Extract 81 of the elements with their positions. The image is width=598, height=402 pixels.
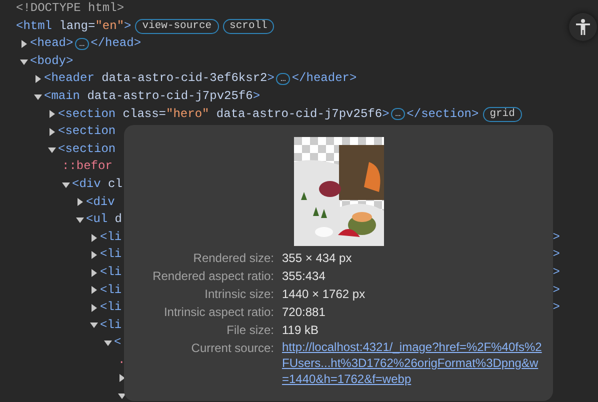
tag-text: <li: [100, 316, 122, 334]
field-value: 355:434: [282, 268, 326, 285]
tag-text: >: [552, 246, 561, 264]
attribute-text: data-astro-cid-3ef6ksr2: [102, 70, 268, 88]
tag-text: <html: [16, 18, 52, 35]
field-label: Rendered size:: [192, 250, 274, 267]
collapse-arrow-icon[interactable]: [118, 392, 126, 400]
tag-text: >: [382, 106, 390, 123]
field-label: Rendered aspect ratio:: [152, 268, 274, 285]
tag-text: <body>: [30, 52, 74, 70]
field-value: 119 kB: [282, 322, 320, 339]
person-icon: [576, 19, 590, 35]
tag-text: <section: [58, 140, 116, 158]
expand-arrow-icon[interactable]: [48, 128, 56, 136]
badge-chip[interactable]: grid: [482, 106, 522, 122]
collapse-arrow-icon[interactable]: [104, 339, 112, 348]
tag-text: >: [124, 18, 132, 35]
collapse-arrow-icon[interactable]: [34, 92, 42, 101]
tag-text: >: [267, 70, 274, 88]
expand-arrow-icon[interactable]: [90, 268, 98, 277]
collapse-arrow-icon[interactable]: [48, 146, 56, 154]
tag-text: >: [552, 282, 561, 298]
expand-arrow-icon[interactable]: [118, 374, 126, 382]
expand-arrow-icon[interactable]: [90, 234, 98, 242]
attribute-text: data-astro-cid-j7pv25f6: [216, 106, 382, 123]
tag-text: </section>: [406, 106, 479, 123]
collapsed-ellipsis[interactable]: …: [75, 38, 89, 50]
expand-arrow-icon[interactable]: [20, 40, 28, 48]
expand-arrow-icon[interactable]: [90, 286, 98, 294]
tag-text: >: [252, 88, 260, 105]
attribute-value: "hero": [166, 106, 210, 123]
tag-text: <: [114, 334, 122, 352]
expand-arrow-icon[interactable]: [90, 304, 98, 312]
field-value: 1440 × 1762 px: [282, 286, 366, 303]
collapse-arrow-icon[interactable]: [90, 321, 98, 330]
field-label: File size:: [226, 322, 274, 339]
badge-chip[interactable]: view-source: [135, 18, 219, 34]
collapse-arrow-icon[interactable]: [76, 216, 84, 224]
tag-text: <div: [72, 176, 101, 193]
tag-text: <li: [100, 228, 122, 246]
collapsed-ellipsis[interactable]: …: [276, 73, 290, 86]
tag-text: <header: [44, 70, 94, 88]
attribute-text: data-astro-cid-j7pv25f6: [87, 88, 253, 105]
badge-chip[interactable]: scroll: [222, 18, 274, 34]
tag-text: <head>: [30, 35, 74, 52]
tag-text: <li: [100, 264, 122, 281]
expand-arrow-icon[interactable]: [76, 198, 84, 206]
tag-text: <li: [100, 246, 122, 264]
attribute-value: "en": [95, 18, 124, 35]
doctype-text: <!DOCTYPE html>: [16, 0, 124, 17]
tag-text: </head>: [90, 35, 142, 52]
field-label: Current source:: [190, 340, 274, 357]
source-link[interactable]: http://localhost:4321/_image?href=%2F%40fs%2FUsers...ht%3D1762%26origFormat%3Dpng&w=1440&h=1762&f=webp: [282, 339, 544, 387]
field-value: 355 × 434 px: [282, 250, 353, 267]
field-value: 720:881: [282, 304, 326, 321]
attribute-text: lang=: [59, 18, 96, 35]
tag-text: <div: [86, 194, 115, 211]
tag-text: <section: [58, 123, 116, 140]
tag-text: <main: [44, 88, 80, 105]
pseudo-element-text: .: [118, 352, 126, 369]
attribute-text: cl: [108, 176, 122, 193]
expand-arrow-icon[interactable]: [48, 110, 56, 118]
pseudo-element-text: ::befor: [62, 158, 112, 176]
tag-text: >: [552, 228, 561, 246]
collapse-arrow-icon[interactable]: [20, 58, 28, 66]
attribute-text: d: [114, 211, 122, 228]
accessibility-button[interactable]: [569, 13, 597, 41]
field-label: Intrinsic size:: [204, 286, 274, 303]
tag-text: >: [552, 299, 561, 316]
tag-text: <section: [58, 106, 116, 123]
collapsed-ellipsis[interactable]: …: [391, 108, 405, 120]
field-label: Intrinsic aspect ratio:: [162, 304, 274, 321]
tag-text: >: [552, 264, 561, 281]
tag-text: <ul: [86, 211, 108, 228]
tag-text: <li: [100, 299, 122, 316]
tag-text: </header>: [292, 70, 357, 88]
expand-arrow-icon[interactable]: [90, 251, 98, 260]
attribute-text: class=: [122, 106, 166, 123]
tag-text: <li: [100, 282, 122, 298]
collapse-arrow-icon[interactable]: [62, 180, 70, 189]
expand-arrow-icon[interactable]: [34, 75, 42, 84]
